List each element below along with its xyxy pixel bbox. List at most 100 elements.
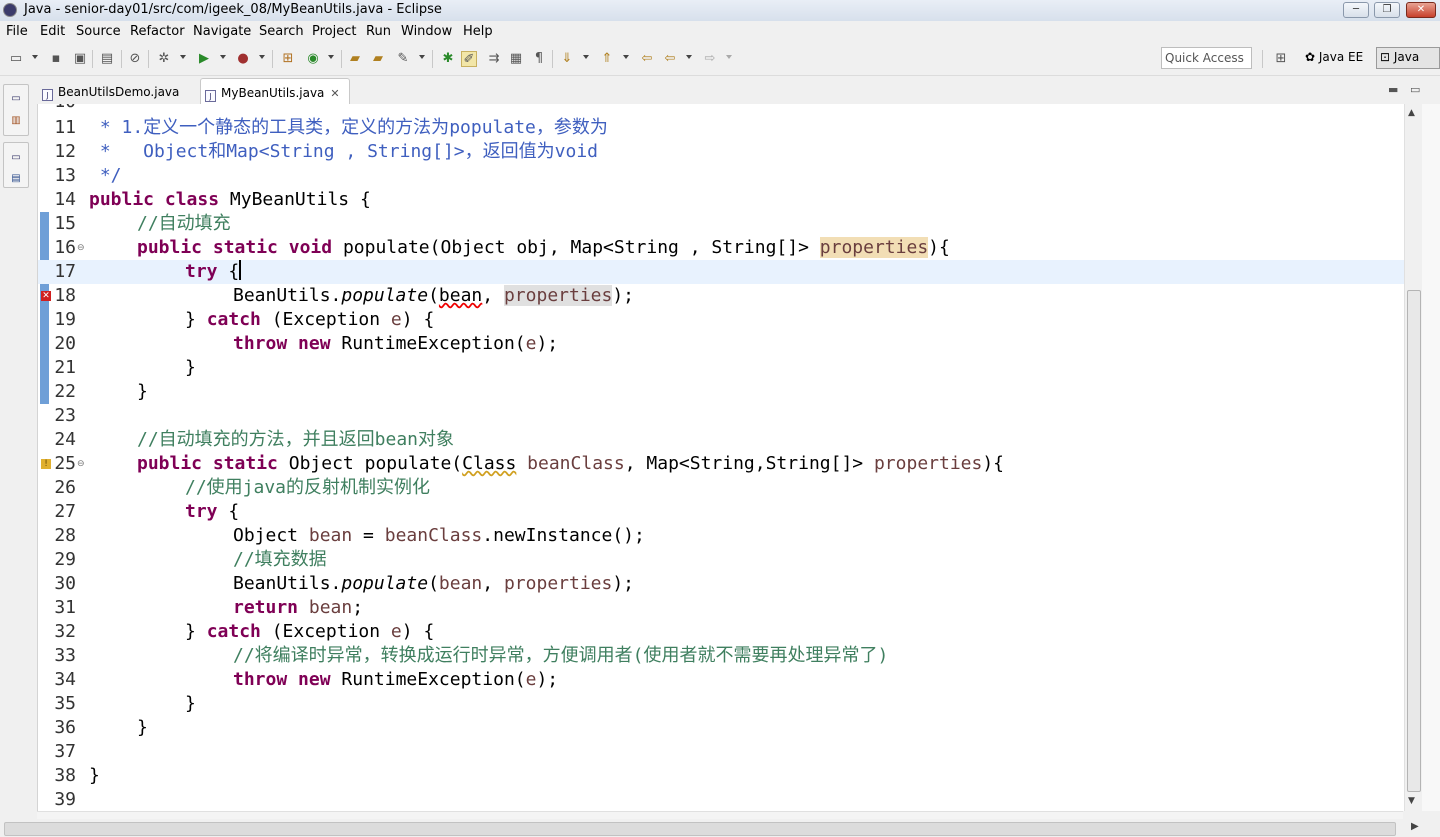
menu-source[interactable]: Source xyxy=(76,24,121,39)
tab-beanutilsdemo[interactable]: J BeanUtilsDemo.java xyxy=(42,78,200,104)
menu-project[interactable]: Project xyxy=(312,24,356,39)
open-task-icon[interactable]: ▰ xyxy=(370,51,386,67)
code-line: 37 xyxy=(54,741,76,762)
code-line: 27 try { xyxy=(54,501,240,522)
menu-refactor[interactable]: Refactor xyxy=(130,24,185,39)
forward-dropdown-icon[interactable] xyxy=(726,55,732,59)
menu-window[interactable]: Window xyxy=(401,24,452,39)
perspective-java-ee[interactable]: ✿ Java EE xyxy=(1305,50,1363,64)
close-button[interactable]: ✕ xyxy=(1406,2,1436,18)
perspective-java-label: Java xyxy=(1393,50,1420,64)
previous-annotation-dropdown-icon[interactable] xyxy=(623,55,629,59)
error-marker-icon[interactable]: ✕ xyxy=(41,291,51,301)
minimize-button[interactable]: ─ xyxy=(1343,2,1369,18)
code-line: 34 throw new RuntimeException(e); xyxy=(54,669,559,690)
menu-file[interactable]: File xyxy=(6,24,28,39)
skip-breakpoints-icon[interactable]: ⊘ xyxy=(127,51,143,67)
window-title: Java - senior-day01/src/com/igeek_08/MyB… xyxy=(24,2,442,17)
perspective-java[interactable]: ⊡ Java xyxy=(1380,50,1419,64)
code-line: 11 * 1.定义一个静态的工具类，定义的方法为populate，参数为 xyxy=(54,117,608,138)
forward-icon[interactable]: ⇨ xyxy=(702,51,718,67)
maximize-editor-icon[interactable]: ▭ xyxy=(1410,83,1420,96)
menu-search[interactable]: Search xyxy=(259,24,304,39)
code-line: 19} catch (Exception e) { xyxy=(54,309,435,330)
fold-toggle-icon[interactable]: ⊖ xyxy=(77,236,85,260)
bottom-scroll-thumb[interactable] xyxy=(4,822,1396,836)
code-line: 18 ✕ BeanUtils.populate(bean, properties); xyxy=(41,285,635,306)
new-dropdown-icon[interactable] xyxy=(32,55,38,59)
restore-view-icon[interactable]: ▭ xyxy=(11,94,21,104)
code-line-current: 17 try { xyxy=(38,260,1404,284)
open-perspective-icon[interactable]: ⊞ xyxy=(1273,51,1289,67)
close-tab-icon[interactable]: ✕ xyxy=(330,87,339,100)
quick-access-input[interactable]: Quick Access xyxy=(1161,47,1252,69)
menu-help[interactable]: Help xyxy=(463,24,493,39)
error-underline: bean xyxy=(438,285,483,306)
last-edit-icon[interactable]: ⇦ xyxy=(639,51,655,67)
restore-view-2-icon[interactable]: ▭ xyxy=(11,153,21,163)
search-dropdown-icon[interactable] xyxy=(419,55,425,59)
menu-navigate[interactable]: Navigate xyxy=(193,24,251,39)
run-icon[interactable]: ▶ xyxy=(196,51,212,67)
perspective-java-ee-label: Java EE xyxy=(1318,50,1364,64)
title-bar: Java - senior-day01/src/com/igeek_08/MyB… xyxy=(0,0,1440,21)
tab-mybeanutils[interactable]: J MyBeanUtils.java ✕ xyxy=(200,78,350,104)
vertical-scrollbar[interactable]: ▲ ▼ xyxy=(1404,104,1423,811)
new-class-dropdown-icon[interactable] xyxy=(328,55,334,59)
search-icon[interactable]: ✎ xyxy=(395,51,411,67)
debug-dropdown-icon[interactable] xyxy=(180,55,186,59)
back-icon[interactable]: ⇦ xyxy=(662,51,678,67)
text-caret xyxy=(239,260,242,280)
save-icon[interactable]: ▪ xyxy=(48,51,64,67)
occurrence-highlight: properties xyxy=(819,237,929,258)
eclipse-icon xyxy=(3,3,17,17)
menu-run[interactable]: Run xyxy=(366,24,391,39)
code-line: 36} xyxy=(54,717,148,738)
previous-annotation-icon[interactable]: ⇑ xyxy=(599,51,615,67)
code-line: 21} xyxy=(54,357,196,378)
code-line: 38} xyxy=(54,765,100,786)
next-annotation-icon[interactable]: ⇓ xyxy=(559,51,575,67)
new-package-icon[interactable]: ⊞ xyxy=(280,51,296,67)
word-wrap-icon[interactable]: ▦ xyxy=(508,51,524,67)
overview-ruler[interactable] xyxy=(1422,104,1440,811)
code-line: 26//使用java的反射机制实例化 xyxy=(54,477,431,498)
tab-label: MyBeanUtils.java xyxy=(221,86,325,100)
package-explorer-icon[interactable]: ▥ xyxy=(11,116,21,126)
code-line: 20 throw new RuntimeException(e); xyxy=(54,333,559,354)
run-dropdown-icon[interactable] xyxy=(220,55,226,59)
new-class-icon[interactable]: ◉ xyxy=(305,51,321,67)
code-editor[interactable]: 10 11 * 1.定义一个静态的工具类，定义的方法为populate，参数为 … xyxy=(37,104,1404,811)
back-dropdown-icon[interactable] xyxy=(686,55,692,59)
save-all-icon[interactable]: ▣ xyxy=(72,51,88,67)
scroll-up-icon[interactable]: ▲ xyxy=(1408,108,1415,118)
scroll-thumb[interactable] xyxy=(1407,290,1421,792)
code-line: 29//填充数据 xyxy=(54,549,327,570)
external-tools-icon[interactable]: ● xyxy=(235,51,251,67)
bottom-scrollbar[interactable]: ▶ xyxy=(0,819,1440,837)
open-type-icon[interactable]: ▰ xyxy=(347,51,363,67)
block-selection-icon[interactable]: ⇉ xyxy=(486,51,502,67)
code-line: 15//自动填充 xyxy=(54,213,231,234)
scroll-right-icon[interactable]: ▶ xyxy=(1411,821,1419,832)
left-trim: ▭ ▥ ▭ ▤ xyxy=(0,76,34,196)
scroll-down-icon[interactable]: ▼ xyxy=(1408,796,1415,806)
warning-underline: Class xyxy=(462,453,517,474)
warning-marker-icon[interactable]: ! xyxy=(41,459,51,469)
fold-toggle-icon[interactable]: ⊖ xyxy=(77,452,85,476)
restore-button[interactable]: ❐ xyxy=(1374,2,1400,18)
editor-tab-bar: J BeanUtilsDemo.java J MyBeanUtils.java ✕ xyxy=(37,78,1440,104)
show-whitespace-icon[interactable]: ¶ xyxy=(531,51,547,67)
outline-icon[interactable]: ▤ xyxy=(11,174,21,184)
new-icon[interactable]: ▭ xyxy=(8,51,24,67)
mark-occurrences-icon[interactable]: ✐ xyxy=(461,51,477,67)
menu-edit[interactable]: Edit xyxy=(40,24,65,39)
console-icon[interactable]: ▤ xyxy=(99,51,115,67)
toggle-ant-icon[interactable]: ✱ xyxy=(440,51,456,67)
external-tools-dropdown-icon[interactable] xyxy=(259,55,265,59)
java-file-icon: J xyxy=(42,89,53,101)
debug-icon[interactable]: ✲ xyxy=(156,51,172,67)
minimize-editor-icon[interactable]: ▬ xyxy=(1388,83,1398,96)
code-line: 24//自动填充的方法，并且返回bean对象 xyxy=(54,429,455,450)
next-annotation-dropdown-icon[interactable] xyxy=(583,55,589,59)
